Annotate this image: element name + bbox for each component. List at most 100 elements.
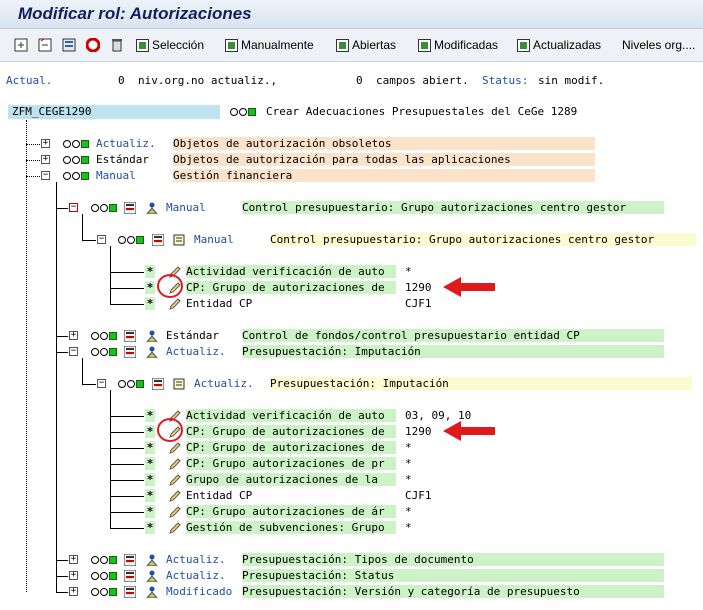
scroll-icon: [173, 234, 185, 246]
node-description: Presupuestación: Imputación: [242, 345, 664, 358]
field-label: Gestión de subvenciones: Grupo: [186, 521, 396, 534]
node-description: Objetos de autorización para todas las a…: [173, 153, 595, 166]
node-status[interactable]: Estándar: [96, 153, 149, 166]
field-status-marker: *: [145, 505, 155, 518]
expand-icon[interactable]: +: [69, 331, 78, 340]
tree-line: [82, 240, 96, 241]
node-status[interactable]: Modificado: [166, 585, 240, 598]
manually-button[interactable]: Manualmente: [225, 37, 314, 53]
field-label: CP: Grupo autorizaciones de ár: [186, 505, 396, 518]
node-status[interactable]: Actualiz.: [166, 569, 226, 582]
traffic-lights-icon: [91, 331, 117, 341]
traffic-lights-icon: [230, 107, 256, 117]
person-icon: [146, 586, 158, 598]
node-status[interactable]: Manual: [96, 169, 136, 182]
field-value[interactable]: *: [405, 441, 412, 454]
open-button[interactable]: Abiertas: [336, 37, 396, 53]
tree-line: [110, 390, 111, 528]
expand-icon[interactable]: +: [69, 571, 78, 580]
pencil-icon[interactable]: [168, 489, 182, 503]
field-label: Entidad CP: [186, 297, 253, 310]
traffic-lights-icon: [91, 203, 117, 213]
field-status-marker: *: [145, 265, 155, 278]
window-title: Modificar rol: Autorizaciones: [18, 4, 252, 23]
field-value[interactable]: 1290: [405, 425, 432, 438]
object-status[interactable]: Manual: [194, 233, 234, 246]
tree-line: [110, 480, 144, 481]
tree-line: [110, 304, 144, 305]
expand-icon[interactable]: +: [69, 555, 78, 564]
pencil-icon[interactable]: [168, 441, 182, 455]
org-levels-text: niv.org.no actualiz.,: [138, 74, 278, 87]
expand-icon[interactable]: +: [41, 155, 50, 164]
tree-line: [56, 208, 68, 209]
tree-line: [26, 160, 40, 161]
expand-all-icon[interactable]: [14, 38, 28, 52]
field-value[interactable]: CJF1: [405, 297, 432, 310]
node-description: Objetos de autorización obsoletos: [173, 137, 595, 150]
count-open-fields: 0: [356, 74, 363, 87]
node-status[interactable]: Actualiz.: [166, 345, 226, 358]
role-description: Crear Adecuaciones Presupuestales del Ce…: [266, 105, 578, 118]
scroll-icon: [173, 378, 185, 390]
expand-icon[interactable]: +: [69, 587, 78, 596]
field-value[interactable]: *: [405, 473, 412, 486]
pencil-icon[interactable]: [168, 521, 182, 535]
field-value[interactable]: *: [405, 521, 412, 534]
traffic-lights-icon: [91, 587, 117, 597]
field-label: CP: Grupo de autorizaciones de: [186, 425, 396, 438]
modified-button[interactable]: Modificadas: [418, 37, 498, 53]
pencil-icon[interactable]: [168, 457, 182, 471]
status-value: sin modif.: [538, 74, 605, 87]
object-status[interactable]: Actualiz.: [194, 377, 254, 390]
pencil-icon[interactable]: [168, 297, 182, 311]
person-icon: [146, 346, 158, 358]
node-status[interactable]: Actualiz.: [96, 137, 156, 150]
object-class-icon: [124, 346, 136, 358]
person-icon: [146, 554, 158, 566]
collapse-all-icon[interactable]: [38, 38, 52, 52]
field-label: CP: Grupo de autorizaciones de: [186, 281, 396, 294]
object-class-icon: [124, 586, 136, 598]
field-value[interactable]: CJF1: [405, 489, 432, 502]
tree-line: [110, 528, 144, 529]
node-status[interactable]: Actualiz.: [166, 553, 226, 566]
collapse-icon[interactable]: −: [69, 203, 78, 212]
field-value[interactable]: 1290: [405, 281, 432, 294]
pencil-icon[interactable]: [168, 473, 182, 487]
selection-button[interactable]: Selección: [136, 37, 204, 53]
collapse-icon[interactable]: −: [97, 379, 106, 388]
expand-icon[interactable]: +: [41, 139, 50, 148]
actual-label: Actual.: [6, 74, 53, 87]
tree-line: [56, 560, 68, 561]
tree-line: [56, 352, 68, 353]
field-value[interactable]: *: [405, 505, 412, 518]
status-label: Status:: [482, 74, 529, 87]
tree-line: [110, 416, 144, 417]
field-value[interactable]: *: [405, 265, 412, 278]
collapse-icon[interactable]: −: [41, 171, 50, 180]
collapse-icon[interactable]: −: [97, 235, 106, 244]
updated-button[interactable]: Actualizadas: [517, 37, 601, 53]
org-levels-button[interactable]: Niveles org....: [622, 37, 695, 53]
field-value[interactable]: *: [405, 457, 412, 470]
traffic-lights-icon: [91, 555, 117, 565]
field-status-marker: *: [145, 521, 155, 534]
role-name: ZFM_CEGE1290: [12, 105, 92, 118]
traffic-lights-icon: [91, 571, 117, 581]
node-status[interactable]: Estándar: [166, 329, 219, 342]
profile-icon[interactable]: [62, 38, 76, 52]
add-icon: [136, 38, 149, 52]
collapse-icon[interactable]: −: [69, 347, 78, 356]
node-description: Presupuestación: Tipos de documento: [242, 553, 664, 566]
tree-line: [56, 336, 68, 337]
tree-line: [82, 214, 83, 240]
node-status[interactable]: Manual: [166, 201, 206, 214]
add-icon: [225, 38, 238, 52]
pencil-icon[interactable]: [168, 505, 182, 519]
trash-icon[interactable]: [110, 38, 124, 52]
help-lifebuoy-icon[interactable]: [86, 38, 100, 52]
annotation-circle: [157, 418, 183, 442]
traffic-lights-icon: [118, 235, 144, 245]
tree-line: [82, 384, 96, 385]
